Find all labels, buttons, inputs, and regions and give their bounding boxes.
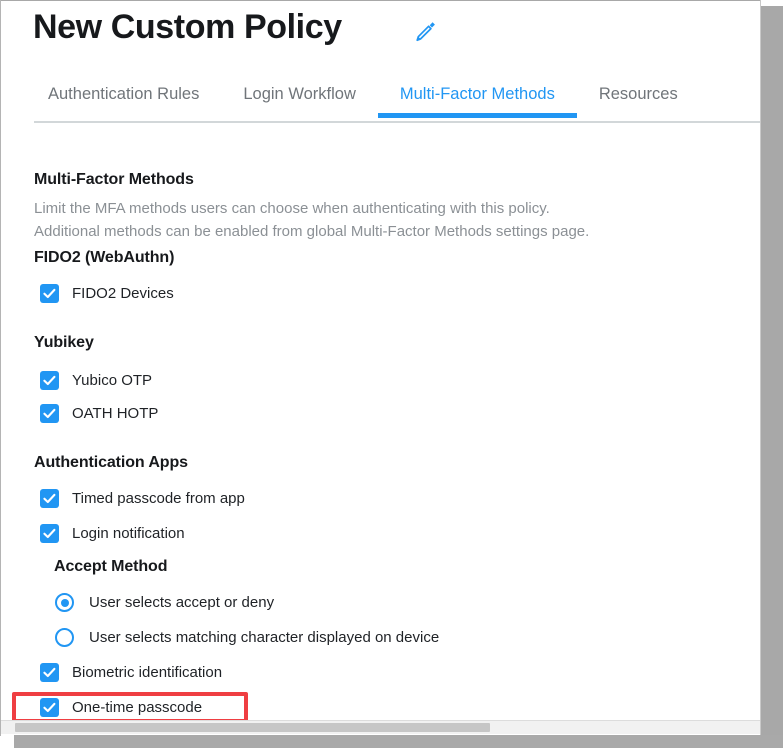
checkbox-label: Login notification — [72, 525, 185, 542]
checkbox-row-oath-hotp[interactable]: OATH HOTP — [40, 404, 158, 423]
checkbox-checked-icon[interactable] — [40, 284, 59, 303]
radio-row-user-selects-matching-character[interactable]: User selects matching character displaye… — [55, 628, 439, 647]
tab-list: Authentication Rules Login Workflow Mult… — [34, 85, 700, 118]
tab-underline — [378, 113, 577, 118]
pencil-icon[interactable] — [413, 18, 439, 44]
checkbox-row-one-time-passcode[interactable]: One-time passcode — [40, 698, 202, 717]
tab-divider — [34, 121, 760, 123]
tab-authentication-rules[interactable]: Authentication Rules — [34, 85, 221, 118]
radio-label: User selects matching character displaye… — [89, 629, 439, 646]
horizontal-scrollbar-thumb[interactable] — [15, 723, 490, 732]
section-heading-fido2: FIDO2 (WebAuthn) — [34, 249, 174, 267]
checkbox-row-biometric-identification[interactable]: Biometric identification — [40, 663, 222, 682]
radio-row-user-selects-accept-or-deny[interactable]: User selects accept or deny — [55, 593, 274, 612]
policy-editor-window: New Custom Policy Authentication Rules L… — [0, 0, 783, 748]
window-bottom-shadow — [14, 735, 783, 748]
checkbox-row-yubico-otp[interactable]: Yubico OTP — [40, 371, 152, 390]
checkbox-checked-icon[interactable] — [40, 663, 59, 682]
section-heading-accept-method: Accept Method — [54, 558, 167, 576]
radio-unselected-icon[interactable] — [55, 628, 74, 647]
checkbox-label: OATH HOTP — [72, 405, 158, 422]
checkbox-row-fido2-devices[interactable]: FIDO2 Devices — [40, 284, 174, 303]
radio-label: User selects accept or deny — [89, 594, 274, 611]
section-heading-yubikey: Yubikey — [34, 334, 94, 352]
page-title: New Custom Policy — [33, 8, 342, 47]
checkbox-checked-icon[interactable] — [40, 371, 59, 390]
tab-label: Multi-Factor Methods — [400, 85, 555, 103]
tab-bar: Authentication Rules Login Workflow Mult… — [1, 85, 760, 125]
horizontal-scrollbar[interactable] — [1, 720, 760, 734]
policy-page: New Custom Policy Authentication Rules L… — [1, 1, 760, 727]
tab-label: Resources — [599, 85, 678, 103]
checkbox-label: FIDO2 Devices — [72, 285, 174, 302]
checkbox-checked-icon[interactable] — [40, 524, 59, 543]
tab-resources[interactable]: Resources — [577, 85, 700, 118]
checkbox-checked-icon[interactable] — [40, 698, 59, 717]
section-description-line-1: Limit the MFA methods users can choose w… — [34, 197, 550, 220]
section-heading-authentication-apps: Authentication Apps — [34, 454, 188, 472]
tab-label: Authentication Rules — [48, 85, 199, 103]
checkbox-label: Biometric identification — [72, 664, 222, 681]
tab-label: Login Workflow — [243, 85, 356, 103]
checkbox-label: Timed passcode from app — [72, 490, 245, 507]
checkbox-checked-icon[interactable] — [40, 404, 59, 423]
checkbox-label: One-time passcode — [72, 699, 202, 716]
page-header: New Custom Policy — [1, 1, 760, 73]
checkbox-row-login-notification[interactable]: Login notification — [40, 524, 185, 543]
tab-login-workflow[interactable]: Login Workflow — [221, 85, 378, 118]
checkbox-row-timed-passcode-from-app[interactable]: Timed passcode from app — [40, 489, 245, 508]
window-right-shadow — [761, 6, 783, 742]
section-heading-multi-factor-methods: Multi-Factor Methods — [34, 171, 194, 189]
checkbox-checked-icon[interactable] — [40, 489, 59, 508]
checkbox-label: Yubico OTP — [72, 372, 152, 389]
radio-selected-icon[interactable] — [55, 593, 74, 612]
tab-multi-factor-methods[interactable]: Multi-Factor Methods — [378, 85, 577, 118]
section-description-line-2: Additional methods can be enabled from g… — [34, 220, 589, 243]
